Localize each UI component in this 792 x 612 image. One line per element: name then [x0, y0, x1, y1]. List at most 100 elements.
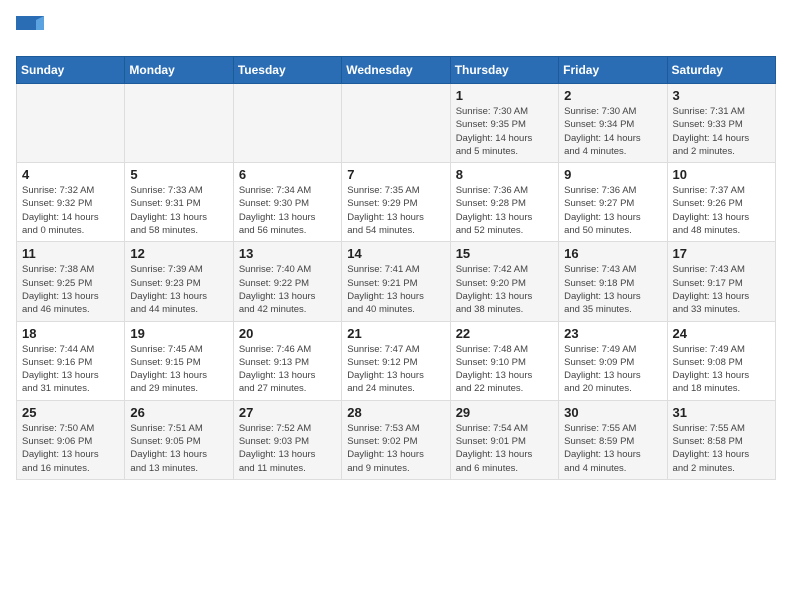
calendar-cell: 15 Sunrise: 7:42 AMSunset: 9:20 PMDayligh…: [450, 242, 558, 321]
day-info: Sunrise: 7:31 AMSunset: 9:33 PMDaylight:…: [673, 105, 770, 158]
day-info: Sunrise: 7:33 AMSunset: 9:31 PMDaylight:…: [130, 184, 227, 237]
day-number: 30: [564, 405, 661, 420]
calendar-cell: 16 Sunrise: 7:43 AMSunset: 9:18 PMDayligh…: [559, 242, 667, 321]
calendar-cell: 24 Sunrise: 7:49 AMSunset: 9:08 PMDayligh…: [667, 321, 775, 400]
day-info: Sunrise: 7:35 AMSunset: 9:29 PMDaylight:…: [347, 184, 444, 237]
day-info: Sunrise: 7:49 AMSunset: 9:09 PMDaylight:…: [564, 343, 661, 396]
day-info: Sunrise: 7:54 AMSunset: 9:01 PMDaylight:…: [456, 422, 553, 475]
day-number: 29: [456, 405, 553, 420]
calendar-cell: 6 Sunrise: 7:34 AMSunset: 9:30 PMDaylight…: [233, 163, 341, 242]
day-number: 12: [130, 246, 227, 261]
day-number: 23: [564, 326, 661, 341]
calendar-week-row: 4 Sunrise: 7:32 AMSunset: 9:32 PMDaylight…: [17, 163, 776, 242]
calendar-cell: 20 Sunrise: 7:46 AMSunset: 9:13 PMDayligh…: [233, 321, 341, 400]
day-number: 3: [673, 88, 770, 103]
day-info: Sunrise: 7:34 AMSunset: 9:30 PMDaylight:…: [239, 184, 336, 237]
calendar-week-row: 25Sunrise: 7:50 AMSunset: 9:06 PMDayligh…: [17, 400, 776, 479]
day-info: Sunrise: 7:45 AMSunset: 9:15 PMDaylight:…: [130, 343, 227, 396]
calendar-week-row: 1Sunrise: 7:30 AMSunset: 9:35 PMDaylight…: [17, 84, 776, 163]
day-number: 20: [239, 326, 336, 341]
day-info: Sunrise: 7:48 AMSunset: 9:10 PMDaylight:…: [456, 343, 553, 396]
day-number: 21: [347, 326, 444, 341]
day-info: Sunrise: 7:42 AMSunset: 9:20 PMDaylight:…: [456, 263, 553, 316]
calendar-cell: 2Sunrise: 7:30 AMSunset: 9:34 PMDaylight…: [559, 84, 667, 163]
day-info: Sunrise: 7:49 AMSunset: 9:08 PMDaylight:…: [673, 343, 770, 396]
calendar-cell: 5 Sunrise: 7:33 AMSunset: 9:31 PMDaylight…: [125, 163, 233, 242]
day-number: 13: [239, 246, 336, 261]
calendar-table: SundayMondayTuesdayWednesdayThursdayFrid…: [16, 56, 776, 480]
day-info: Sunrise: 7:40 AMSunset: 9:22 PMDaylight:…: [239, 263, 336, 316]
calendar-cell: 19 Sunrise: 7:45 AMSunset: 9:15 PMDayligh…: [125, 321, 233, 400]
calendar-cell: [342, 84, 450, 163]
day-number: 17: [673, 246, 770, 261]
column-header-wednesday: Wednesday: [342, 57, 450, 84]
day-info: Sunrise: 7:41 AMSunset: 9:21 PMDaylight:…: [347, 263, 444, 316]
column-header-friday: Friday: [559, 57, 667, 84]
logo-icon: [16, 16, 44, 44]
day-info: Sunrise: 7:38 AMSunset: 9:25 PMDaylight:…: [22, 263, 119, 316]
day-number: 14: [347, 246, 444, 261]
day-info: Sunrise: 7:30 AMSunset: 9:34 PMDaylight:…: [564, 105, 661, 158]
day-number: 26: [130, 405, 227, 420]
day-info: Sunrise: 7:37 AMSunset: 9:26 PMDaylight:…: [673, 184, 770, 237]
day-info: Sunrise: 7:53 AMSunset: 9:02 PMDaylight:…: [347, 422, 444, 475]
day-number: 28: [347, 405, 444, 420]
day-number: 27: [239, 405, 336, 420]
calendar-cell: 31Sunrise: 7:55 AMSunset: 8:58 PMDayligh…: [667, 400, 775, 479]
calendar-cell: 7 Sunrise: 7:35 AMSunset: 9:29 PMDaylight…: [342, 163, 450, 242]
calendar-cell: 8Sunrise: 7:36 AMSunset: 9:28 PMDaylight…: [450, 163, 558, 242]
calendar-cell: 14 Sunrise: 7:41 AMSunset: 9:21 PMDayligh…: [342, 242, 450, 321]
calendar-cell: 9 Sunrise: 7:36 AMSunset: 9:27 PMDaylight…: [559, 163, 667, 242]
calendar-cell: 29 Sunrise: 7:54 AMSunset: 9:01 PMDayligh…: [450, 400, 558, 479]
day-info: Sunrise: 7:39 AMSunset: 9:23 PMDaylight:…: [130, 263, 227, 316]
calendar-cell: 13 Sunrise: 7:40 AMSunset: 9:22 PMDayligh…: [233, 242, 341, 321]
column-header-monday: Monday: [125, 57, 233, 84]
column-header-sunday: Sunday: [17, 57, 125, 84]
day-number: 5: [130, 167, 227, 182]
calendar-cell: 17Sunrise: 7:43 AMSunset: 9:17 PMDayligh…: [667, 242, 775, 321]
calendar-cell: [125, 84, 233, 163]
day-number: 15: [456, 246, 553, 261]
calendar-cell: 26 Sunrise: 7:51 AMSunset: 9:05 PMDayligh…: [125, 400, 233, 479]
calendar-week-row: 18 Sunrise: 7:44 AMSunset: 9:16 PMDayligh…: [17, 321, 776, 400]
day-number: 19: [130, 326, 227, 341]
day-info: Sunrise: 7:32 AMSunset: 9:32 PMDaylight:…: [22, 184, 119, 237]
day-number: 6: [239, 167, 336, 182]
calendar-header-row: SundayMondayTuesdayWednesdayThursdayFrid…: [17, 57, 776, 84]
day-info: Sunrise: 7:44 AMSunset: 9:16 PMDaylight:…: [22, 343, 119, 396]
calendar-cell: 18 Sunrise: 7:44 AMSunset: 9:16 PMDayligh…: [17, 321, 125, 400]
column-header-tuesday: Tuesday: [233, 57, 341, 84]
calendar-cell: [233, 84, 341, 163]
day-number: 4: [22, 167, 119, 182]
day-number: 9: [564, 167, 661, 182]
day-info: Sunrise: 7:55 AMSunset: 8:59 PMDaylight:…: [564, 422, 661, 475]
calendar-cell: 10 Sunrise: 7:37 AMSunset: 9:26 PMDayligh…: [667, 163, 775, 242]
day-info: Sunrise: 7:36 AMSunset: 9:28 PMDaylight:…: [456, 184, 553, 237]
day-number: 18: [22, 326, 119, 341]
column-header-thursday: Thursday: [450, 57, 558, 84]
calendar-cell: 4 Sunrise: 7:32 AMSunset: 9:32 PMDaylight…: [17, 163, 125, 242]
calendar-cell: 21 Sunrise: 7:47 AMSunset: 9:12 PMDayligh…: [342, 321, 450, 400]
day-info: Sunrise: 7:52 AMSunset: 9:03 PMDaylight:…: [239, 422, 336, 475]
calendar-cell: 25Sunrise: 7:50 AMSunset: 9:06 PMDayligh…: [17, 400, 125, 479]
day-info: Sunrise: 7:46 AMSunset: 9:13 PMDaylight:…: [239, 343, 336, 396]
calendar-cell: 12 Sunrise: 7:39 AMSunset: 9:23 PMDayligh…: [125, 242, 233, 321]
day-info: Sunrise: 7:50 AMSunset: 9:06 PMDaylight:…: [22, 422, 119, 475]
day-number: 16: [564, 246, 661, 261]
calendar-cell: 11Sunrise: 7:38 AMSunset: 9:25 PMDayligh…: [17, 242, 125, 321]
day-info: Sunrise: 7:43 AMSunset: 9:18 PMDaylight:…: [564, 263, 661, 316]
page-header: [16, 16, 776, 44]
day-info: Sunrise: 7:51 AMSunset: 9:05 PMDaylight:…: [130, 422, 227, 475]
day-number: 22: [456, 326, 553, 341]
day-number: 1: [456, 88, 553, 103]
day-number: 10: [673, 167, 770, 182]
calendar-cell: 28 Sunrise: 7:53 AMSunset: 9:02 PMDayligh…: [342, 400, 450, 479]
day-info: Sunrise: 7:47 AMSunset: 9:12 PMDaylight:…: [347, 343, 444, 396]
day-number: 7: [347, 167, 444, 182]
calendar-cell: 27 Sunrise: 7:52 AMSunset: 9:03 PMDayligh…: [233, 400, 341, 479]
day-number: 24: [673, 326, 770, 341]
day-info: Sunrise: 7:36 AMSunset: 9:27 PMDaylight:…: [564, 184, 661, 237]
calendar-cell: 1Sunrise: 7:30 AMSunset: 9:35 PMDaylight…: [450, 84, 558, 163]
column-header-saturday: Saturday: [667, 57, 775, 84]
calendar-cell: 30 Sunrise: 7:55 AMSunset: 8:59 PMDayligh…: [559, 400, 667, 479]
